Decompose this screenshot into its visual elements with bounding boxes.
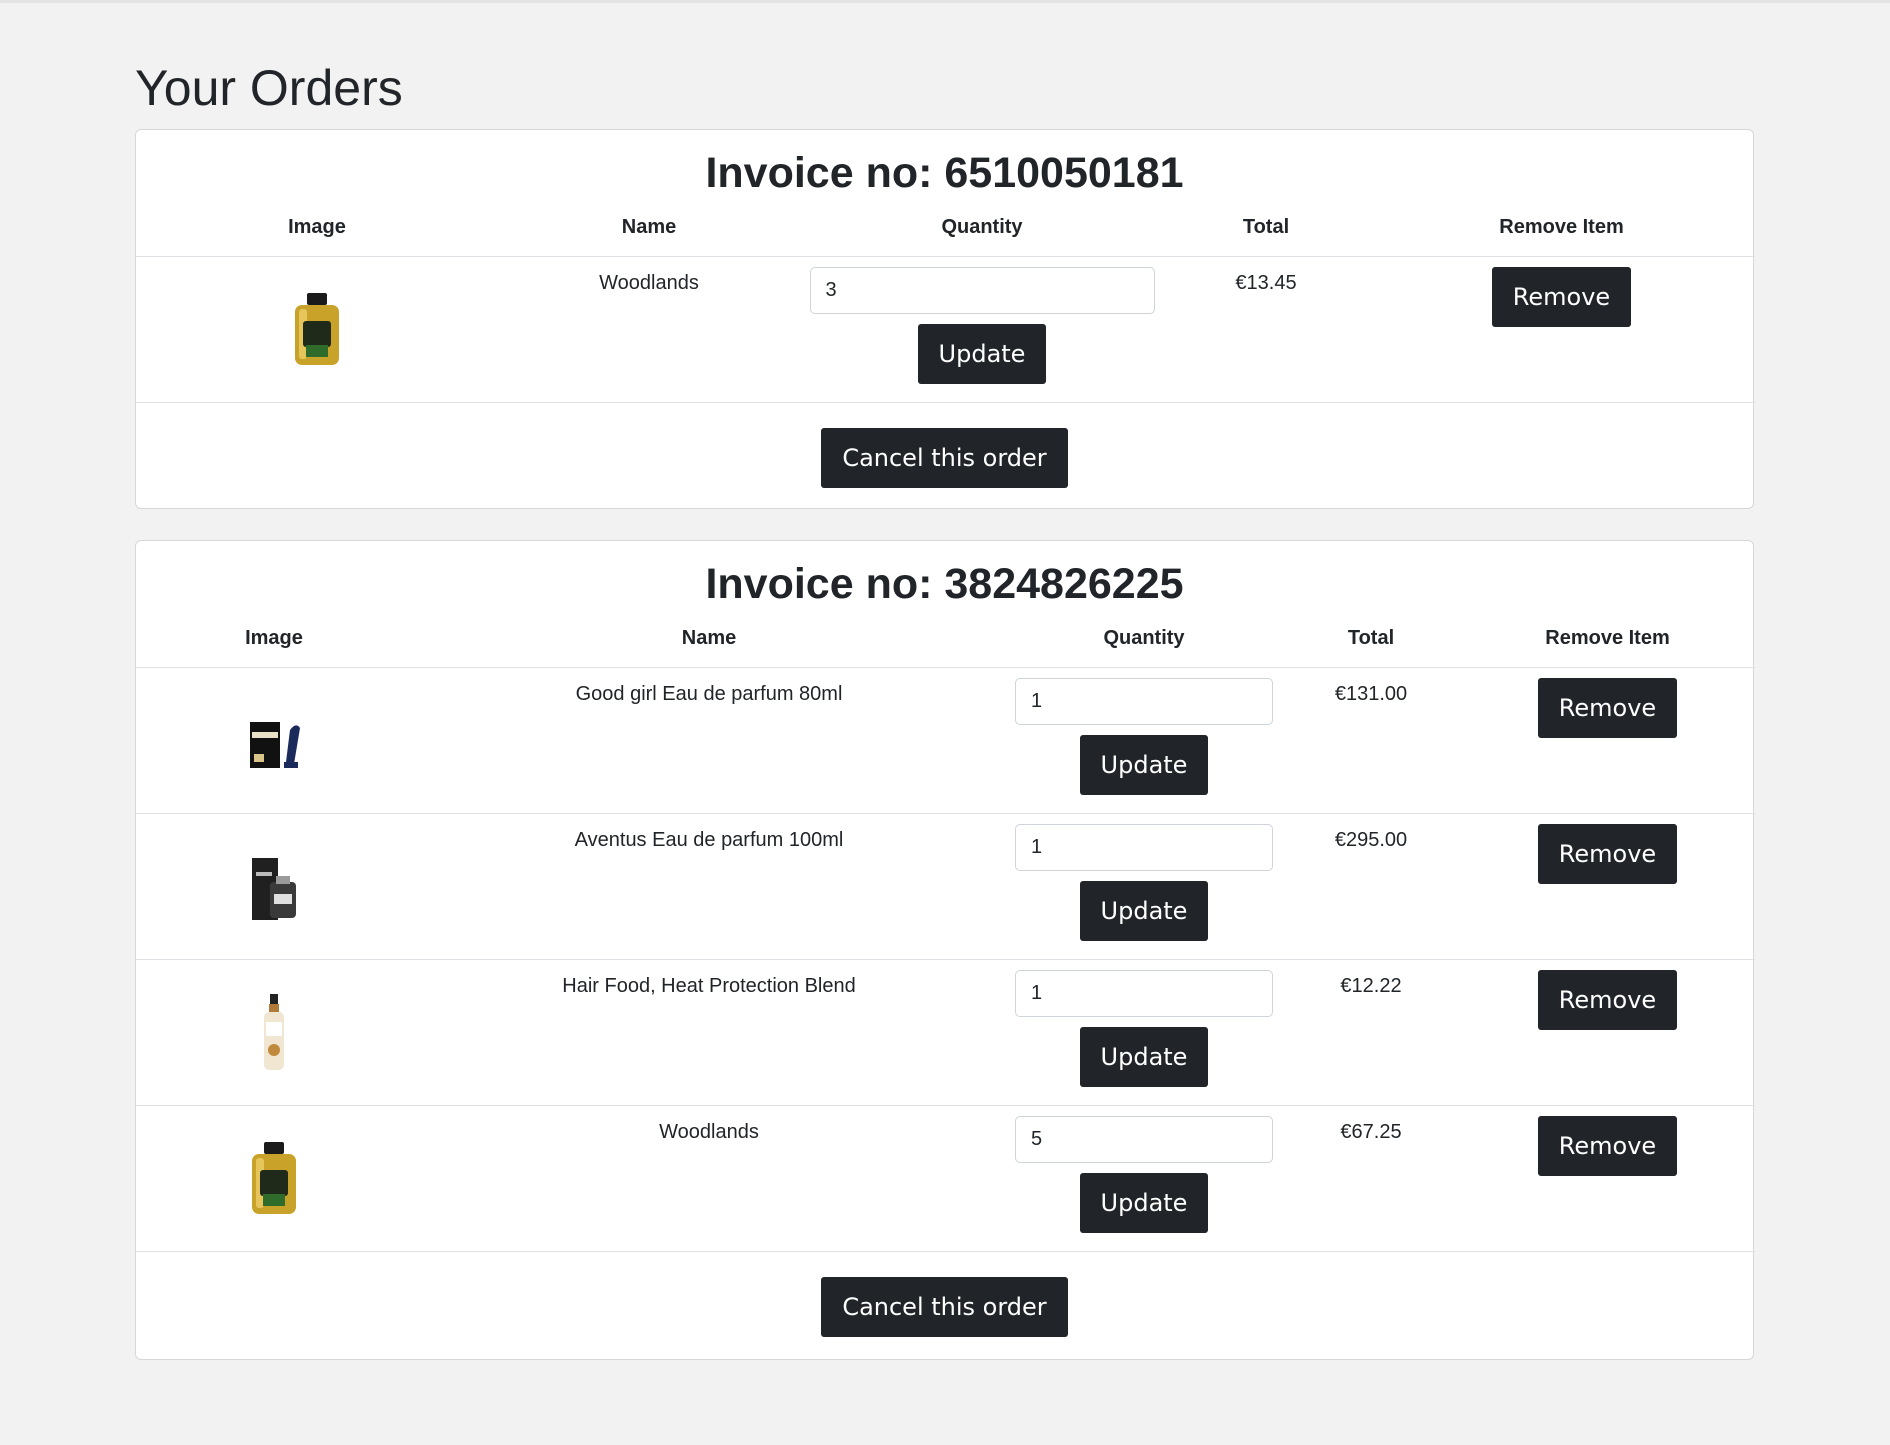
column-header-name: Name [412,610,1006,668]
total-cell: €131.00 [1282,667,1460,814]
order-card: Invoice no: 6510050181 Image Name Quanti… [135,129,1755,509]
column-header-quantity: Quantity [1006,610,1282,668]
cancel-row: Cancel this order [136,403,1753,488]
column-header-image: Image [136,610,412,668]
total-cell: €13.45 [1164,256,1368,403]
quantity-cell: Update [1006,959,1282,1106]
quantity-input[interactable] [1015,970,1273,1017]
quantity-cell: Update [1006,813,1282,960]
perfume-box-black-icon [252,858,296,920]
remove-button[interactable]: Remove [1537,1116,1678,1176]
remove-cell: Remove [1368,256,1755,403]
cancel-order-button[interactable]: Cancel this order [821,1277,1068,1337]
remove-button[interactable]: Remove [1537,824,1678,884]
table-header-row: Image Name Quantity Total Remove Item [136,610,1755,668]
column-header-total: Total [1282,610,1460,668]
item-name-cell: Aventus Eau de parfum 100ml [412,813,1006,960]
invoice-number: Invoice no: 3824826225 [705,560,1184,608]
table-row: Aventus Eau de parfum 100ml Update €295.… [136,813,1755,960]
remove-cell: Remove [1460,667,1755,814]
bottle-gold-icon [295,293,339,365]
total-cell: €295.00 [1282,813,1460,960]
table-row: Woodlands Update €67.25 Remove [136,1105,1755,1252]
quantity-cell: Update [1006,1105,1282,1252]
total-cell: €67.25 [1282,1105,1460,1252]
image-cell [136,959,412,1106]
order-items-table: Image Name Quantity Total Remove Item [136,199,1755,403]
update-button[interactable]: Update [1079,735,1209,795]
item-total: €131.00 [1334,683,1408,705]
quantity-input[interactable] [1015,678,1273,725]
remove-button[interactable]: Remove [1537,678,1678,738]
invoice-number: Invoice no: 6510050181 [705,149,1184,197]
item-total: €67.25 [1340,1121,1402,1143]
item-name: Good girl Eau de parfum 80ml [575,683,843,705]
image-cell [136,813,412,960]
quantity-cell: Update [800,256,1164,403]
item-total: €12.22 [1340,975,1402,997]
item-total: €295.00 [1334,829,1408,851]
quantity-input[interactable] [809,267,1155,314]
column-header-quantity: Quantity [800,199,1164,257]
table-row: Woodlands Update €13.45 Remove [136,256,1755,403]
quantity-cell: Update [1006,667,1282,814]
item-name: Aventus Eau de parfum 100ml [574,829,844,851]
perfume-box-heel-icon [250,722,300,768]
item-name: Woodlands [599,272,699,294]
item-name: Hair Food, Heat Protection Blend [562,975,856,997]
item-name: Woodlands [659,1121,759,1143]
image-cell [136,667,412,814]
quantity-input[interactable] [1015,824,1273,871]
bottle-gold-icon [252,1142,296,1214]
spray-bottle-icon [264,994,284,1070]
quantity-input[interactable] [1015,1116,1273,1163]
cancel-row: Cancel this order [136,1252,1753,1337]
update-button[interactable]: Update [1079,1027,1209,1087]
order-items-table: Image Name Quantity Total Remove Item [136,610,1755,1252]
total-cell: €12.22 [1282,959,1460,1106]
order-card: Invoice no: 3824826225 Image Name Quanti… [135,540,1755,1360]
page-title: Your Orders [135,60,403,116]
item-name-cell: Woodlands [498,256,800,403]
item-name-cell: Hair Food, Heat Protection Blend [412,959,1006,1106]
remove-cell: Remove [1460,813,1755,960]
image-cell [136,256,498,403]
cancel-order-button[interactable]: Cancel this order [821,428,1068,488]
table-row: Hair Food, Heat Protection Blend Update … [136,959,1755,1106]
table-header-row: Image Name Quantity Total Remove Item [136,199,1755,257]
column-header-image: Image [136,199,498,257]
top-border [0,0,1890,3]
update-button[interactable]: Update [1079,1173,1209,1233]
column-header-total: Total [1164,199,1368,257]
item-name-cell: Good girl Eau de parfum 80ml [412,667,1006,814]
update-button[interactable]: Update [1079,881,1209,941]
remove-cell: Remove [1460,1105,1755,1252]
column-header-remove: Remove Item [1368,199,1755,257]
update-button[interactable]: Update [917,324,1047,384]
column-header-name: Name [498,199,800,257]
item-total: €13.45 [1235,272,1297,294]
table-row: Good girl Eau de parfum 80ml Update €131… [136,667,1755,814]
image-cell [136,1105,412,1252]
column-header-remove: Remove Item [1460,610,1755,668]
remove-cell: Remove [1460,959,1755,1106]
remove-button[interactable]: Remove [1537,970,1678,1030]
remove-button[interactable]: Remove [1491,267,1632,327]
item-name-cell: Woodlands [412,1105,1006,1252]
